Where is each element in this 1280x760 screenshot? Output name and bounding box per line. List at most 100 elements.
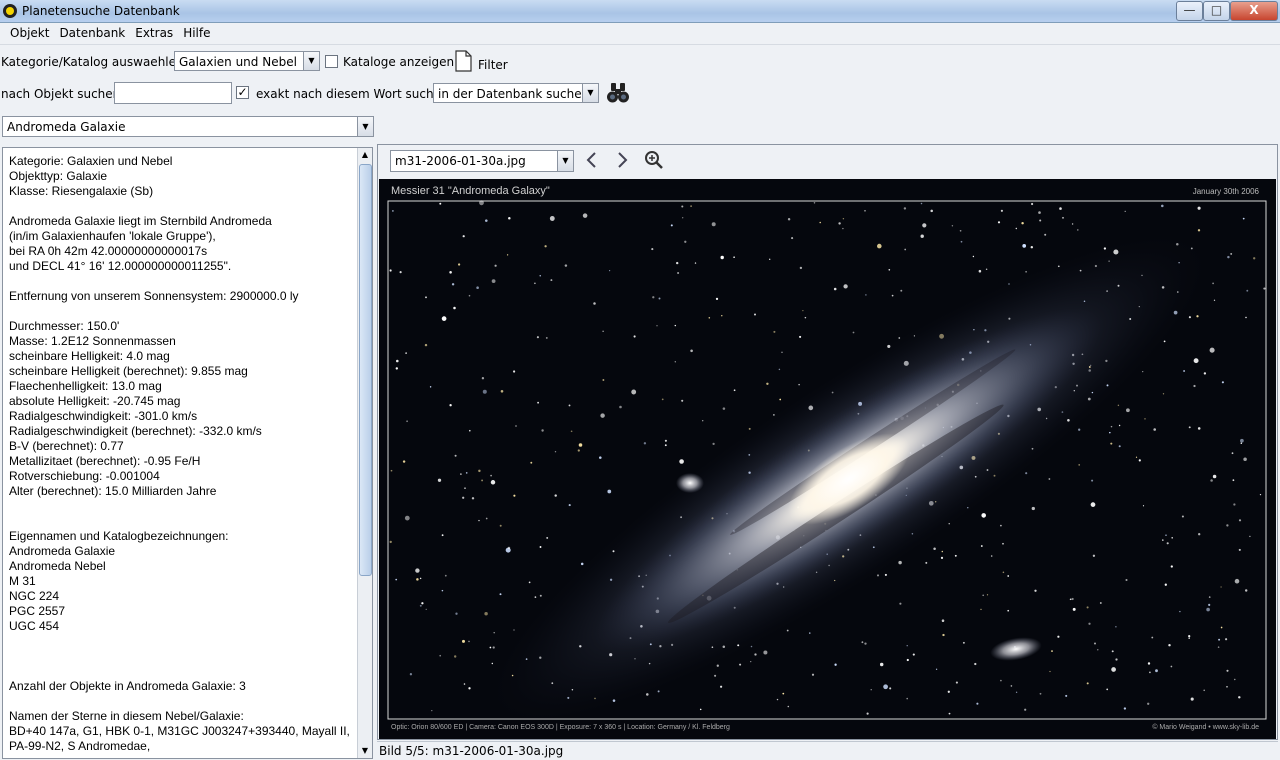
star xyxy=(469,429,471,432)
category-select-value: Galaxien und Nebel xyxy=(179,55,297,69)
previous-image-icon[interactable] xyxy=(582,150,602,170)
star xyxy=(1209,347,1215,353)
category-label: Kategorie/Katalog auswaehlen: xyxy=(1,55,188,69)
filter-document-icon[interactable] xyxy=(454,50,472,72)
star xyxy=(1226,524,1229,527)
star xyxy=(1210,479,1213,482)
show-catalogs-label: Kataloge anzeigen xyxy=(343,55,455,69)
menu-objekt[interactable]: Objekt xyxy=(5,23,54,40)
menu-datenbank[interactable]: Datenbank xyxy=(54,23,130,40)
star xyxy=(1193,384,1196,388)
status-bar: Bild 5/5: m31-2006-01-30a.jpg xyxy=(377,741,1278,760)
star xyxy=(941,550,944,553)
star xyxy=(539,546,542,548)
star xyxy=(1138,459,1141,462)
star xyxy=(1030,245,1034,249)
star xyxy=(962,641,965,644)
star xyxy=(490,480,496,485)
chevron-down-icon: ▼ xyxy=(303,52,319,70)
menu-extras[interactable]: Extras xyxy=(130,23,178,40)
maximize-button[interactable]: □ xyxy=(1203,1,1230,21)
info-line: absolute Helligkeit: -20.745 mag xyxy=(9,394,181,408)
object-info-panel[interactable]: Kategorie: Galaxien und Nebel Objekttyp: … xyxy=(2,147,373,759)
star xyxy=(1188,426,1191,429)
filter-label[interactable]: Filter xyxy=(478,58,508,72)
star xyxy=(883,684,888,690)
star xyxy=(906,658,909,662)
app-icon xyxy=(3,4,17,18)
star xyxy=(513,494,516,497)
star xyxy=(940,556,944,559)
star xyxy=(478,469,481,473)
star xyxy=(1010,685,1013,687)
star xyxy=(451,283,455,286)
star xyxy=(631,389,637,395)
search-input[interactable] xyxy=(114,82,232,104)
star xyxy=(1242,217,1245,220)
star xyxy=(1000,524,1002,527)
star xyxy=(664,439,667,442)
star xyxy=(455,612,458,615)
star xyxy=(424,343,428,347)
star xyxy=(1226,685,1228,688)
binoculars-icon[interactable] xyxy=(606,81,630,105)
star xyxy=(389,540,392,544)
info-line: Radialgeschwindigkeit (berechnet): -332.… xyxy=(9,424,262,438)
star xyxy=(652,296,655,299)
photo-date: January 30th 2006 xyxy=(1193,187,1260,196)
scroll-thumb[interactable] xyxy=(359,164,372,576)
star xyxy=(1171,537,1173,539)
exact-search-checkbox[interactable]: ✓ xyxy=(236,86,249,99)
image-file-select[interactable]: m31-2006-01-30a.jpg ▼ xyxy=(390,150,574,172)
category-select[interactable]: Galaxien und Nebel ▼ xyxy=(174,51,320,71)
exact-search-label: exakt nach diesem Wort suchen xyxy=(256,87,449,101)
info-line: Namen der Sterne in diesem Nebel/Galaxie… xyxy=(9,709,244,723)
star xyxy=(431,709,433,712)
star xyxy=(922,223,927,228)
star xyxy=(404,515,410,521)
star xyxy=(773,330,776,333)
star xyxy=(925,561,928,564)
star xyxy=(549,216,555,221)
star xyxy=(1142,370,1144,373)
star xyxy=(1057,635,1060,638)
star xyxy=(1153,428,1156,431)
close-button[interactable]: X xyxy=(1230,1,1278,21)
galaxy-photo[interactable]: Messier 31 "Andromeda Galaxy" January 30… xyxy=(379,179,1276,739)
window-title: Planetensuche Datenbank xyxy=(22,4,180,18)
info-line xyxy=(9,499,354,514)
next-image-icon[interactable] xyxy=(612,150,632,170)
info-scrollbar[interactable]: ▲ ▼ xyxy=(357,148,372,758)
star xyxy=(1034,589,1037,592)
star xyxy=(690,205,692,207)
star xyxy=(392,210,394,212)
star xyxy=(1197,427,1201,430)
star xyxy=(1025,472,1028,475)
menu-hilfe[interactable]: Hilfe xyxy=(178,23,215,40)
image-viewer-panel: m31-2006-01-30a.jpg ▼ Messier 31 "Androm… xyxy=(377,144,1278,740)
star xyxy=(679,459,684,464)
star xyxy=(1007,575,1010,577)
star xyxy=(985,268,988,271)
object-select[interactable]: Andromeda Galaxie ▼ xyxy=(2,116,374,137)
star xyxy=(1221,381,1224,384)
star xyxy=(1039,219,1042,222)
star xyxy=(528,581,531,584)
search-scope-select[interactable]: in der Datenbank suchen ▼ xyxy=(433,83,599,103)
star xyxy=(1238,519,1242,522)
star xyxy=(619,405,622,409)
star xyxy=(754,313,756,316)
zoom-in-icon[interactable] xyxy=(644,150,664,170)
star xyxy=(1206,607,1210,612)
scroll-up-icon[interactable]: ▲ xyxy=(358,148,372,162)
star xyxy=(441,534,444,537)
show-catalogs-checkbox[interactable] xyxy=(325,55,338,68)
star xyxy=(454,454,457,457)
star xyxy=(658,297,661,300)
minimize-button[interactable]: — xyxy=(1176,1,1203,21)
star xyxy=(951,225,954,227)
star xyxy=(809,632,811,634)
scroll-down-icon[interactable]: ▼ xyxy=(358,744,372,758)
star xyxy=(1024,708,1027,711)
star xyxy=(1190,697,1194,701)
